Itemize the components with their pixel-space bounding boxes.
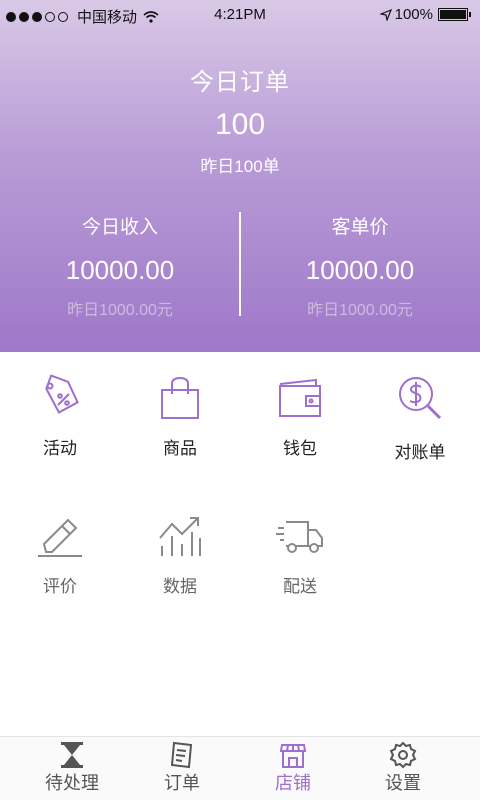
- income-stat: 今日收入 10000.00 昨日1000.00元: [0, 212, 240, 320]
- tab-label-pending: 待处理: [45, 773, 99, 793]
- location-arrow-icon: [379, 8, 392, 21]
- grid-label-goods: 商品: [163, 439, 197, 458]
- grid-item-reconcile[interactable]: 对账单: [360, 374, 480, 463]
- yesterday-orders: 昨日100单: [200, 157, 280, 176]
- income-yesterday: 昨日1000.00元: [67, 302, 173, 319]
- avg-price-stat: 客单价 10000.00 昨日1000.00元: [240, 212, 480, 320]
- grid-label-reconcile: 对账单: [394, 443, 446, 462]
- grid-label-review: 评价: [43, 577, 77, 596]
- income-label: 今日收入: [81, 217, 158, 238]
- battery-icon: [438, 8, 471, 21]
- grid-label-delivery: 配送: [283, 577, 317, 596]
- tab-label-orders: 订单: [164, 773, 200, 793]
- function-grid: 活动 商品 钱包 对账单 评价 数据 配送: [0, 352, 480, 736]
- status-right: 100%: [379, 6, 471, 23]
- status-bar: 中国移动 4:21PM 100%: [0, 0, 480, 30]
- storefront-icon: [279, 744, 307, 768]
- avg-price-value: 10000.00: [305, 255, 415, 285]
- avg-price-yesterday: 昨日1000.00元: [307, 302, 413, 319]
- tag-discount-icon: [45, 374, 79, 414]
- gear-icon: [389, 741, 417, 769]
- grid-label-activity: 活动: [43, 439, 77, 458]
- grid-item-wallet[interactable]: 钱包: [240, 374, 360, 459]
- grid-item-data[interactable]: 数据: [120, 512, 240, 597]
- grid-item-delivery[interactable]: 配送: [240, 512, 360, 597]
- grid-item-goods[interactable]: 商品: [120, 374, 240, 459]
- today-orders-count: 100: [214, 108, 266, 141]
- tab-label-settings: 设置: [385, 773, 421, 793]
- delivery-truck-icon: [276, 521, 323, 553]
- shopping-bag-icon: [161, 376, 199, 419]
- hourglass-icon: [61, 742, 83, 768]
- trend-chart-icon: [159, 517, 201, 556]
- tab-label-store: 店铺: [275, 773, 311, 793]
- avg-price-label: 客单价: [331, 217, 389, 238]
- tab-store[interactable]: 店铺: [233, 737, 353, 800]
- highlighter-icon: [38, 518, 82, 557]
- receipt-icon: [170, 741, 193, 769]
- grid-item-review[interactable]: 评价: [0, 512, 120, 597]
- today-orders-title: 今日订单: [190, 69, 290, 96]
- bottom-tab-bar: 待处理 订单 店铺 设置: [0, 736, 480, 800]
- header-panel: 中国移动 4:21PM 100% 今日订单 100 昨日100单 今日收入 10…: [0, 0, 480, 352]
- money-search-icon: [399, 377, 442, 420]
- battery-percent: 100%: [394, 6, 433, 23]
- tab-pending[interactable]: 待处理: [12, 737, 132, 800]
- income-value: 10000.00: [65, 255, 175, 285]
- grid-label-wallet: 钱包: [283, 439, 317, 458]
- wallet-icon: [279, 378, 321, 417]
- tab-settings[interactable]: 设置: [343, 737, 463, 800]
- grid-item-activity[interactable]: 活动: [0, 374, 120, 459]
- grid-label-data: 数据: [163, 577, 197, 596]
- tab-orders[interactable]: 订单: [122, 737, 242, 800]
